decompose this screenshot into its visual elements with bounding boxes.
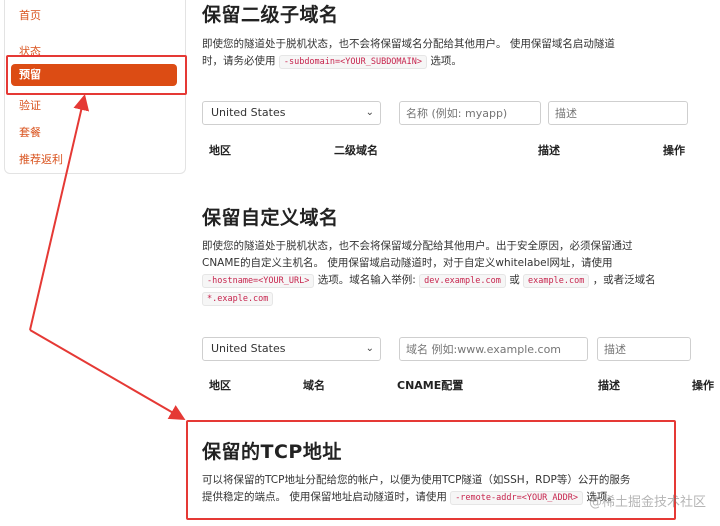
arrow-to-tcp	[29, 329, 186, 421]
annotation-arrows	[29, 94, 186, 421]
arrow-to-sidebar	[29, 94, 90, 331]
watermark: @稀土掘金技术社区	[588, 495, 706, 510]
